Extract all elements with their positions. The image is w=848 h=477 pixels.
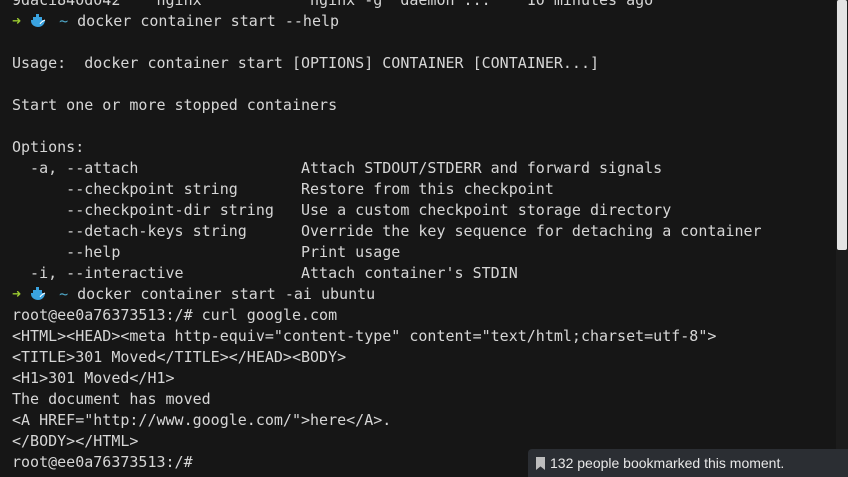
prompt-tilde: ~ bbox=[59, 285, 69, 303]
command-text-2: docker container start -ai ubuntu bbox=[77, 285, 376, 303]
scrollbar-thumb[interactable] bbox=[837, 0, 847, 250]
usage-line: Usage: docker container start [OPTIONS] … bbox=[12, 54, 599, 72]
prompt-arrow-icon: ➜ bbox=[12, 12, 22, 30]
prompt-arrow-icon: ➜ bbox=[12, 285, 22, 303]
bookmark-icon bbox=[536, 457, 545, 470]
output-line: root@ee0a76373513:/# curl google.com bbox=[12, 306, 338, 324]
bookmark-toast-text: 132 people bookmarked this moment. bbox=[550, 455, 785, 471]
prompt-tilde: ~ bbox=[59, 12, 69, 30]
option-line: --detach-keys string Override the key se… bbox=[12, 222, 762, 240]
terminal-window[interactable]: 9daci840d042 nginx "nginx -g 'daemon ...… bbox=[0, 0, 848, 477]
terminal-output: 9daci840d042 nginx "nginx -g 'daemon ...… bbox=[12, 0, 762, 473]
output-line: The document has moved bbox=[12, 390, 211, 408]
output-line: <A HREF="http://www.google.com/">here</A… bbox=[12, 411, 392, 429]
whale-icon bbox=[30, 11, 50, 32]
prompt-line-2: ➜ ~ docker container start -ai ubuntu bbox=[12, 284, 762, 305]
output-line: <H1>301 Moved</H1> bbox=[12, 369, 175, 387]
terminal-line-partial: 9daci840d042 nginx "nginx -g 'daemon ...… bbox=[12, 0, 654, 9]
command-text-1: docker container start --help bbox=[77, 12, 340, 30]
option-line: --checkpoint string Restore from this ch… bbox=[12, 180, 554, 198]
option-line: -a, --attach Attach STDOUT/STDERR and fo… bbox=[12, 159, 663, 177]
bookmark-toast[interactable]: 132 people bookmarked this moment. bbox=[528, 449, 848, 477]
option-line: -i, --interactive Attach container's STD… bbox=[12, 264, 518, 282]
option-line: --checkpoint-dir string Use a custom che… bbox=[12, 201, 672, 219]
options-header: Options: bbox=[12, 138, 85, 156]
output-line: <TITLE>301 Moved</TITLE></HEAD><BODY> bbox=[12, 348, 347, 366]
whale-icon bbox=[30, 284, 50, 305]
option-line: --help Print usage bbox=[12, 243, 401, 261]
scrollbar-track[interactable] bbox=[836, 0, 848, 477]
prompt-line-1: ➜ ~ docker container start --help bbox=[12, 11, 762, 32]
output-line: <HTML><HEAD><meta http-equiv="content-ty… bbox=[12, 327, 717, 345]
description-line: Start one or more stopped containers bbox=[12, 96, 338, 114]
